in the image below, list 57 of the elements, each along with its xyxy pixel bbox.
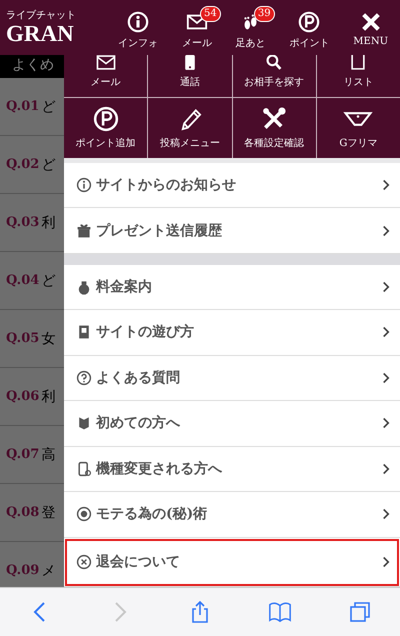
count-badge: 39 bbox=[254, 6, 275, 22]
page-heading: よくめ bbox=[0, 55, 64, 78]
chevron-right-icon bbox=[382, 372, 390, 384]
question-number: Q.02 bbox=[6, 157, 40, 172]
menu-item[interactable]: サイトの遊び方 bbox=[64, 310, 400, 356]
question-number: Q.04 bbox=[6, 273, 40, 288]
chevron-right-icon bbox=[382, 508, 390, 520]
chevron-right-icon bbox=[382, 280, 390, 293]
info-icon bbox=[126, 10, 149, 32]
chevron-right-icon bbox=[382, 462, 390, 475]
close-icon bbox=[360, 10, 382, 32]
nav-button[interactable]: インフォ bbox=[108, 6, 167, 50]
book-icon[interactable] bbox=[268, 600, 292, 624]
question-number: Q.03 bbox=[6, 215, 40, 230]
tabs-icon[interactable] bbox=[348, 600, 372, 624]
chevron-right-icon bbox=[382, 417, 390, 430]
chevron-right-icon bbox=[382, 326, 390, 338]
question-text: 女 bbox=[41, 330, 56, 348]
close-icon bbox=[76, 554, 92, 570]
count-badge: 54 bbox=[200, 6, 221, 22]
menu-item[interactable]: モテる為の(秘)術 bbox=[64, 492, 400, 538]
menu-item[interactable]: よくある質問 bbox=[64, 356, 400, 402]
question-number: Q.06 bbox=[6, 389, 40, 404]
money-bag-icon bbox=[76, 278, 92, 295]
question-number: Q.07 bbox=[6, 447, 40, 462]
logo-caption: ライブチャット bbox=[6, 10, 77, 22]
logo: GRAN bbox=[6, 22, 75, 46]
question-number: Q.09 bbox=[6, 563, 40, 578]
question-text: ど bbox=[41, 98, 56, 116]
nav-button[interactable]: MENU bbox=[344, 6, 398, 50]
question-text: 登 bbox=[41, 504, 56, 522]
chevron-right-icon bbox=[382, 179, 390, 192]
question-text: ど bbox=[41, 272, 56, 290]
menu-item[interactable]: 初めての方へ bbox=[64, 401, 400, 447]
menu-item[interactable]: 料金案内 bbox=[64, 264, 400, 310]
info-icon bbox=[76, 177, 92, 194]
question-text: 利 bbox=[41, 214, 56, 232]
menu-item[interactable]: 機種変更される方へ bbox=[64, 446, 400, 492]
phone-icon bbox=[76, 460, 92, 477]
question-text: ど bbox=[41, 156, 56, 174]
menu-item[interactable]: サイトからのお知らせ bbox=[64, 162, 400, 208]
question-text: メ bbox=[41, 562, 56, 580]
question-number: Q.05 bbox=[6, 331, 40, 346]
question-number: Q.01 bbox=[6, 99, 40, 114]
question-text: 利 bbox=[41, 388, 56, 406]
points-icon bbox=[298, 10, 320, 32]
question-icon bbox=[76, 370, 92, 386]
nav-button[interactable]: 54 メール bbox=[172, 6, 221, 50]
question-number: Q.08 bbox=[6, 505, 40, 520]
nav-button[interactable]: ポイント bbox=[280, 6, 338, 50]
menu-item[interactable]: 退会について bbox=[64, 538, 400, 587]
chevron-right-icon bbox=[382, 556, 390, 568]
nav-button[interactable]: 39 足あと bbox=[226, 6, 275, 50]
gift-icon bbox=[76, 222, 92, 239]
chevron-right-icon bbox=[382, 224, 390, 237]
book-icon bbox=[76, 324, 92, 340]
question-text: 高 bbox=[41, 446, 56, 464]
